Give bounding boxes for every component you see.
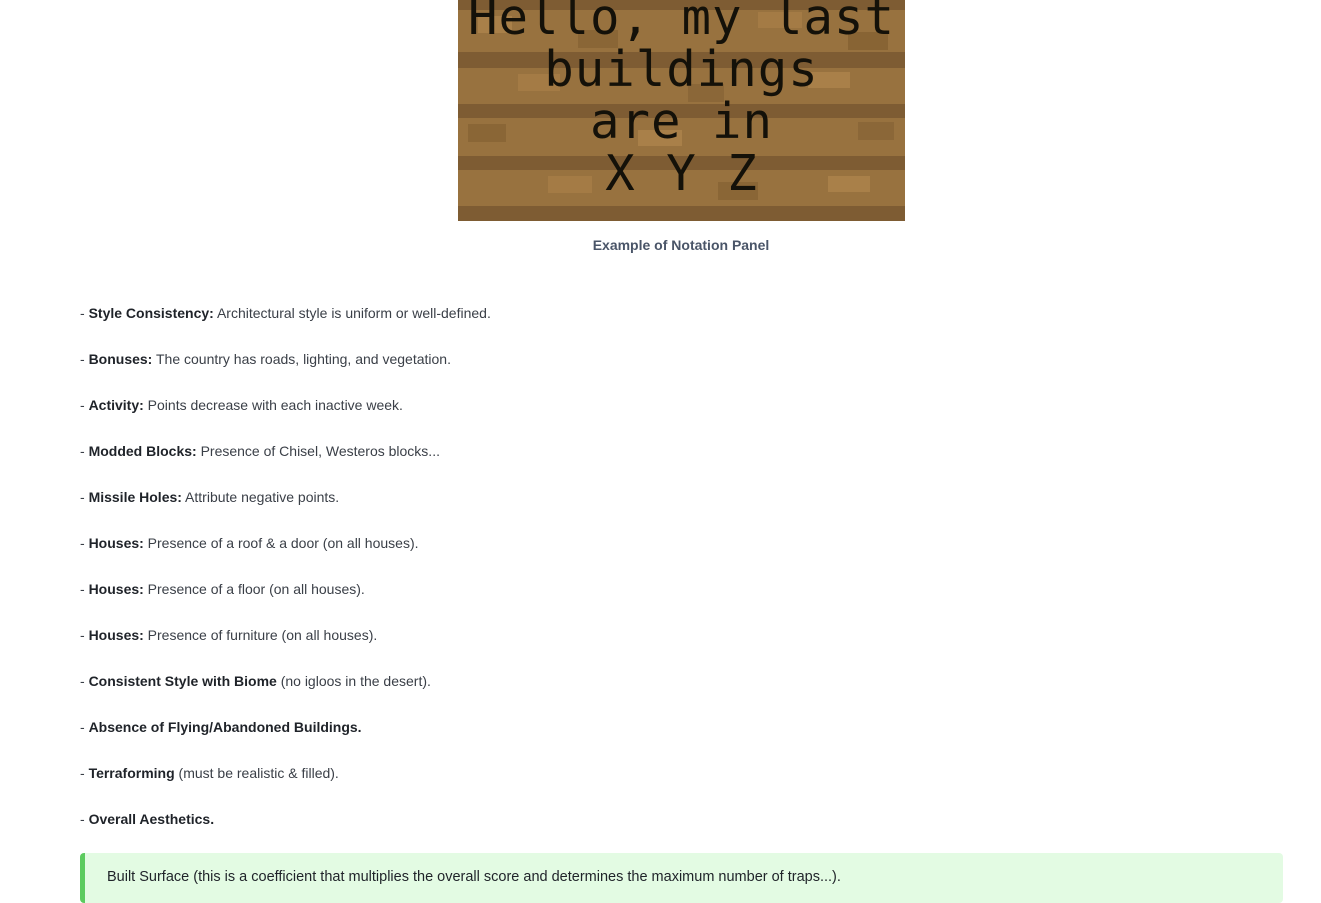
sign-line: buildings <box>544 41 819 98</box>
callout-text: Built Surface (this is a coefficient tha… <box>107 869 841 885</box>
criterion-text: Presence of a roof & a door (on all hous… <box>143 535 419 551</box>
criterion-item: - Missile Holes: Attribute negative poin… <box>80 488 491 534</box>
criterion-text: The country has roads, lighting, and veg… <box>152 351 451 367</box>
criterion-text: Attribute negative points. <box>181 489 340 505</box>
criterion-label: Houses: <box>88 581 144 597</box>
criterion-label: Missile Holes: <box>88 489 182 505</box>
criterion-label: Overall Aesthetics. <box>88 811 215 827</box>
criterion-prefix: - <box>80 673 89 689</box>
criterion-item: - Terraforming (must be realistic & fill… <box>80 764 491 810</box>
criterion-prefix: - <box>80 489 89 505</box>
sign-line: are in <box>589 93 773 150</box>
criterion-item: - Bonuses: The country has roads, lighti… <box>80 350 491 396</box>
criterion-item: - Houses: Presence of a floor (on all ho… <box>80 580 491 626</box>
criterion-item: - Style Consistency: Architectural style… <box>80 304 491 350</box>
criterion-text: (no igloos in the desert). <box>276 673 431 689</box>
criterion-prefix: - <box>80 397 89 413</box>
criterion-label: Style Consistency: <box>88 305 214 321</box>
criterion-item: - Houses: Presence of furniture (on all … <box>80 626 491 672</box>
criterion-prefix: - <box>80 627 89 643</box>
criterion-label: Modded Blocks: <box>88 443 197 459</box>
criteria-list: - Style Consistency: Architectural style… <box>80 304 491 856</box>
criterion-text: Presence of Chisel, Westeros blocks... <box>196 443 440 459</box>
notation-panel-image: Hello, my last buildings are in X Y Z <box>458 0 905 221</box>
criterion-label: Absence of Flying/Abandoned Buildings. <box>88 719 362 735</box>
criterion-item: - Absence of Flying/Abandoned Buildings. <box>80 718 491 764</box>
sign-line: X Y Z <box>605 145 758 202</box>
criterion-prefix: - <box>80 719 89 735</box>
criterion-item: - Consistent Style with Biome (no igloos… <box>80 672 491 718</box>
criterion-label: Terraforming <box>88 765 175 781</box>
criterion-prefix: - <box>80 443 89 459</box>
criterion-prefix: - <box>80 305 89 321</box>
criterion-label: Bonuses: <box>88 351 153 367</box>
criterion-item: - Overall Aesthetics. <box>80 810 491 856</box>
criterion-text: Points decrease with each inactive week. <box>143 397 403 413</box>
criterion-label: Activity: <box>88 397 144 413</box>
criterion-prefix: - <box>80 535 89 551</box>
criterion-item: - Houses: Presence of a roof & a door (o… <box>80 534 491 580</box>
criterion-label: Consistent Style with Biome <box>88 673 277 689</box>
criterion-text: Architectural style is uniform or well-d… <box>213 305 491 321</box>
criterion-text: (must be realistic & filled). <box>174 765 339 781</box>
criterion-text: Presence of furniture (on all houses). <box>143 627 378 643</box>
criterion-prefix: - <box>80 581 89 597</box>
sign-line: Hello, my last <box>467 0 895 46</box>
built-surface-callout: Built Surface (this is a coefficient tha… <box>80 853 1283 903</box>
criterion-label: Houses: <box>88 627 144 643</box>
image-caption: Example of Notation Panel <box>592 237 770 253</box>
criterion-item: - Modded Blocks: Presence of Chisel, Wes… <box>80 442 491 488</box>
criterion-prefix: - <box>80 351 89 367</box>
criterion-prefix: - <box>80 811 89 827</box>
sign-text: Hello, my last buildings are in X Y Z <box>458 0 905 200</box>
criterion-label: Houses: <box>88 535 144 551</box>
criterion-item: - Activity: Points decrease with each in… <box>80 396 491 442</box>
criterion-text: Presence of a floor (on all houses). <box>143 581 365 597</box>
criterion-prefix: - <box>80 765 89 781</box>
